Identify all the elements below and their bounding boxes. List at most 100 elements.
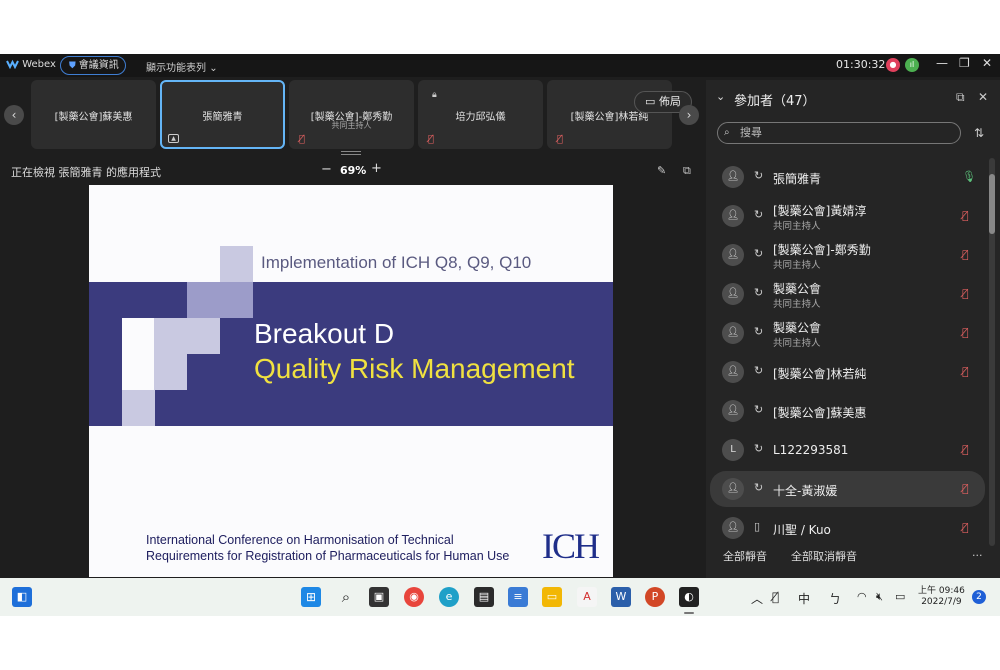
network-icon[interactable]: ıl [905, 58, 919, 72]
participant-name: 十全-黃淑媛 [773, 484, 838, 498]
mic-muted-icon[interactable]: 🎙̸ [962, 326, 969, 339]
meeting-timer: 01:30:32 [836, 58, 886, 71]
battery-icon[interactable]: ▭ [895, 590, 905, 603]
participant-name: [製藥公會]蘇美惠 [773, 406, 867, 420]
chrome-icon[interactable]: ◉ [404, 587, 424, 607]
ime-mode[interactable]: 中 [798, 590, 810, 607]
webex-window: Webex ⛊ 會議資訊 顯示功能表列 ⌄ 01:30:32 ● ıl — ❐ ✕… [0, 54, 1000, 616]
clock-time: 上午 09:46 [918, 586, 965, 596]
participant-row[interactable]: 👤︎ ↻ 十全-黃淑媛 🎙̸ [710, 471, 985, 507]
mic-muted-icon[interactable]: 🎙̸ [962, 287, 969, 300]
meeting-info-button[interactable]: ⛊ 會議資訊 [60, 56, 126, 75]
more-options-button[interactable]: ... [972, 546, 983, 559]
mic-muted-icon: 🎙̸ [557, 134, 564, 145]
participant-row[interactable]: 👤︎ ▯ 川聖 / Kuo 🎙̸ [710, 510, 985, 546]
close-panel-icon[interactable]: ✕ [978, 90, 988, 104]
layout-icon: ▭ [645, 95, 659, 108]
taskview-icon[interactable]: ▣ [369, 587, 389, 607]
slide-footer-line: International Conference on Harmonisatio… [146, 533, 454, 547]
collapse-panel-icon[interactable]: ⌄ [716, 90, 725, 103]
volume-icon[interactable]: 🔇︎ [876, 590, 883, 604]
slide-decor-square [220, 246, 253, 282]
show-menu-bar-button[interactable]: 顯示功能表列 ⌄ [146, 59, 218, 74]
sync-icon: ↻ [754, 364, 764, 377]
participant-row[interactable]: 👤︎ ↻ [製藥公會]蘇美惠 [710, 393, 985, 429]
slide-decor-square [122, 318, 155, 354]
chevron-up-icon[interactable]: ︿ [751, 590, 763, 607]
video-tile[interactable]: 🔒︎ 培力邱弘儀 🎙̸ [418, 80, 543, 149]
webex-icon[interactable]: ◐ [679, 587, 699, 607]
scrollbar-thumb[interactable] [989, 174, 995, 234]
participant-search-input[interactable]: ⌕ 搜尋 [717, 122, 961, 144]
word-icon[interactable]: W [611, 587, 631, 607]
slide-decor-square [187, 318, 220, 354]
wifi-icon[interactable]: ◠ [857, 590, 867, 603]
start-icon[interactable]: ⊞ [301, 587, 321, 607]
close-icon[interactable]: ✕ [982, 56, 992, 70]
taskbar-clock[interactable]: 上午 09:46 2022/7/9 [918, 586, 965, 608]
mic-muted-icon[interactable]: 🎙̸ [962, 248, 969, 261]
video-tile-active-speaker[interactable]: 張簡雅青 ▲ [160, 80, 285, 149]
notification-badge[interactable]: 2 [972, 590, 986, 604]
avatar: 👤︎ [722, 166, 744, 188]
sync-icon: ↻ [754, 481, 764, 494]
app-name: Webex [22, 59, 56, 70]
phone-icon: ▯ [754, 520, 761, 533]
sticky-notes-icon[interactable]: ▤ [474, 587, 494, 607]
tiles-next-button[interactable]: › [679, 105, 699, 125]
acrobat-icon[interactable]: A [577, 587, 597, 607]
popout-panel-icon[interactable]: ⧉ [956, 90, 965, 105]
taskbar: ◧ ⊞ ⌕ ▣ ◉ e ▤ ≡ ▭ A W P ◐ ︿ 🎙̸ 中 ㄅ ◠ 🔇︎ … [0, 578, 1000, 616]
slide-footer: International Conference on Harmonisatio… [146, 532, 509, 564]
participants-scrollbar[interactable] [989, 158, 995, 546]
sort-icon[interactable]: ⇅ [974, 126, 984, 140]
tiles-prev-button[interactable]: ‹ [4, 105, 24, 125]
layout-label: 佈局 [658, 95, 681, 108]
mic-on-icon[interactable]: 🎙︎ [962, 170, 976, 183]
annotate-icon[interactable]: ✎ [657, 164, 666, 177]
mute-all-button[interactable]: 全部靜音 [723, 548, 767, 564]
participant-row[interactable]: 👤︎ ↻ [製藥公會]林若純 🎙̸ [710, 354, 985, 390]
zoom-in-button[interactable]: + [371, 161, 382, 176]
avatar: 👤︎ [722, 322, 744, 344]
active-app-indicator [684, 612, 694, 614]
mic-muted-icon[interactable]: 🎙̸ [962, 209, 969, 222]
participant-row[interactable]: 👤︎ ↻ 製藥公會 共同主持人 🎙̸ [710, 276, 985, 312]
participant-row[interactable]: 👤︎ ↻ [製藥公會]-鄭秀勤 共同主持人 🎙̸ [710, 237, 985, 273]
participant-name: 製藥公會 [773, 321, 822, 335]
zoom-out-button[interactable]: − [321, 162, 332, 177]
mic-muted-icon[interactable]: 🎙̸ [962, 482, 969, 495]
edge-icon[interactable]: e [439, 587, 459, 607]
tile-name: [製藥公會]蘇美惠 [54, 112, 133, 123]
participant-row[interactable]: 👤︎ ↻ [製藥公會]黃婧淳 共同主持人 🎙̸ [710, 198, 985, 234]
file-explorer-icon[interactable]: ▭ [542, 587, 562, 607]
participant-row[interactable]: 👤︎ ↻ 製藥公會 共同主持人 🎙̸ [710, 315, 985, 351]
video-tile[interactable]: [製藥公會]-鄭秀勤 共同主持人 🎙̸ [289, 80, 414, 149]
widgets-icon[interactable]: ◧ [12, 587, 32, 607]
powerpoint-icon[interactable]: P [645, 587, 665, 607]
participant-row[interactable]: 👤︎ ↻ 張簡雅青 🎙︎ [710, 159, 985, 195]
mic-muted-icon: 🎙̸ [428, 134, 435, 145]
participant-name: [製藥公會]黃婧淳 [773, 204, 867, 218]
mic-muted-icon[interactable]: 🎙̸ [962, 521, 969, 534]
app-logo: Webex [6, 59, 56, 70]
tile-strip-resize-handle[interactable] [341, 151, 361, 155]
webex-logo-icon [6, 59, 19, 70]
zoom-level[interactable]: 69% [340, 164, 366, 177]
participant-row[interactable]: L ↻ L122293581 🎙̸ [710, 432, 985, 468]
search-icon[interactable]: ⌕ [336, 587, 356, 607]
restore-icon[interactable]: ❐ [959, 56, 970, 70]
minimize-icon[interactable]: — [936, 56, 948, 70]
recording-icon[interactable]: ● [886, 58, 900, 72]
avatar: 👤︎ [722, 283, 744, 305]
popout-icon[interactable]: ⧉ [683, 164, 691, 178]
ime-bopomofo[interactable]: ㄅ [829, 590, 841, 607]
video-tile[interactable]: [製藥公會]蘇美惠 [31, 80, 156, 149]
mic-muted-icon[interactable]: 🎙̸ [962, 365, 969, 378]
mic-muted-icon[interactable]: 🎙̸ [962, 443, 969, 456]
unmute-all-button[interactable]: 全部取消靜音 [791, 548, 857, 564]
participant-role: 共同主持人 [773, 221, 821, 232]
mic-muted-icon[interactable]: 🎙̸ [772, 590, 779, 604]
notepad-icon[interactable]: ≡ [508, 587, 528, 607]
slide-decor-square [154, 318, 187, 354]
